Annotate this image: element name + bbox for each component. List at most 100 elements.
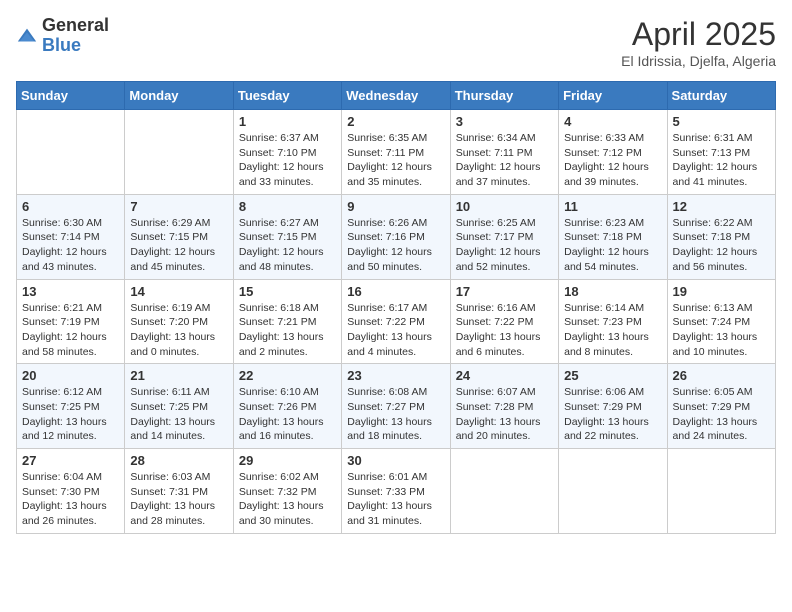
day-number: 8 <box>239 199 336 214</box>
day-info: Sunrise: 6:10 AMSunset: 7:26 PMDaylight:… <box>239 385 336 444</box>
day-info: Sunrise: 6:11 AMSunset: 7:25 PMDaylight:… <box>130 385 227 444</box>
calendar-cell: 29 Sunrise: 6:02 AMSunset: 7:32 PMDayligh… <box>233 449 341 534</box>
calendar-cell: 10 Sunrise: 6:25 AMSunset: 7:17 PMDayligh… <box>450 194 558 279</box>
day-info: Sunrise: 6:16 AMSunset: 7:22 PMDaylight:… <box>456 301 553 360</box>
day-info: Sunrise: 6:18 AMSunset: 7:21 PMDaylight:… <box>239 301 336 360</box>
day-info: Sunrise: 6:22 AMSunset: 7:18 PMDaylight:… <box>673 216 770 275</box>
calendar-cell <box>17 110 125 195</box>
day-info: Sunrise: 6:33 AMSunset: 7:12 PMDaylight:… <box>564 131 661 190</box>
calendar-cell: 3 Sunrise: 6:34 AMSunset: 7:11 PMDaylight… <box>450 110 558 195</box>
calendar-title: April 2025 <box>621 16 776 53</box>
day-number: 26 <box>673 368 770 383</box>
calendar-cell: 26 Sunrise: 6:05 AMSunset: 7:29 PMDayligh… <box>667 364 775 449</box>
day-number: 6 <box>22 199 119 214</box>
header-cell-friday: Friday <box>559 82 667 110</box>
day-info: Sunrise: 6:26 AMSunset: 7:16 PMDaylight:… <box>347 216 444 275</box>
calendar-week-2: 6 Sunrise: 6:30 AMSunset: 7:14 PMDaylight… <box>17 194 776 279</box>
calendar-cell: 5Sunrise: 6:31 AMSunset: 7:13 PMDaylight… <box>667 110 775 195</box>
day-info: Sunrise: 6:08 AMSunset: 7:27 PMDaylight:… <box>347 385 444 444</box>
day-number: 27 <box>22 453 119 468</box>
calendar-cell: 16Sunrise: 6:17 AMSunset: 7:22 PMDayligh… <box>342 279 450 364</box>
day-number: 25 <box>564 368 661 383</box>
calendar-cell: 9Sunrise: 6:26 AMSunset: 7:16 PMDaylight… <box>342 194 450 279</box>
day-number: 10 <box>456 199 553 214</box>
day-number: 1 <box>239 114 336 129</box>
calendar-table: SundayMondayTuesdayWednesdayThursdayFrid… <box>16 81 776 534</box>
day-info: Sunrise: 6:30 AMSunset: 7:14 PMDaylight:… <box>22 216 119 275</box>
calendar-cell: 12 Sunrise: 6:22 AMSunset: 7:18 PMDayligh… <box>667 194 775 279</box>
header-cell-monday: Monday <box>125 82 233 110</box>
calendar-cell: 7 Sunrise: 6:29 AMSunset: 7:15 PMDaylight… <box>125 194 233 279</box>
calendar-subtitle: El Idrissia, Djelfa, Algeria <box>621 53 776 69</box>
calendar-cell: 4Sunrise: 6:33 AMSunset: 7:12 PMDaylight… <box>559 110 667 195</box>
day-number: 21 <box>130 368 227 383</box>
calendar-cell: 2Sunrise: 6:35 AMSunset: 7:11 PMDaylight… <box>342 110 450 195</box>
day-info: Sunrise: 6:34 AMSunset: 7:11 PMDaylight:… <box>456 131 553 190</box>
day-info: Sunrise: 6:25 AMSunset: 7:17 PMDaylight:… <box>456 216 553 275</box>
calendar-cell <box>559 449 667 534</box>
day-info: Sunrise: 6:07 AMSunset: 7:28 PMDaylight:… <box>456 385 553 444</box>
day-number: 18 <box>564 284 661 299</box>
day-info: Sunrise: 6:04 AMSunset: 7:30 PMDaylight:… <box>22 470 119 529</box>
day-info: Sunrise: 6:03 AMSunset: 7:31 PMDaylight:… <box>130 470 227 529</box>
logo-icon <box>16 25 38 47</box>
day-info: Sunrise: 6:29 AMSunset: 7:15 PMDaylight:… <box>130 216 227 275</box>
calendar-cell: 24 Sunrise: 6:07 AMSunset: 7:28 PMDayligh… <box>450 364 558 449</box>
header-cell-sunday: Sunday <box>17 82 125 110</box>
calendar-cell <box>125 110 233 195</box>
day-info: Sunrise: 6:21 AMSunset: 7:19 PMDaylight:… <box>22 301 119 360</box>
calendar-week-3: 13 Sunrise: 6:21 AMSunset: 7:19 PMDayligh… <box>17 279 776 364</box>
day-number: 13 <box>22 284 119 299</box>
calendar-cell: 30Sunrise: 6:01 AMSunset: 7:33 PMDayligh… <box>342 449 450 534</box>
header-cell-saturday: Saturday <box>667 82 775 110</box>
day-number: 28 <box>130 453 227 468</box>
day-info: Sunrise: 6:19 AMSunset: 7:20 PMDaylight:… <box>130 301 227 360</box>
calendar-cell <box>450 449 558 534</box>
header-row: SundayMondayTuesdayWednesdayThursdayFrid… <box>17 82 776 110</box>
day-number: 12 <box>673 199 770 214</box>
day-number: 30 <box>347 453 444 468</box>
day-info: Sunrise: 6:14 AMSunset: 7:23 PMDaylight:… <box>564 301 661 360</box>
calendar-cell: 21 Sunrise: 6:11 AMSunset: 7:25 PMDayligh… <box>125 364 233 449</box>
calendar-cell <box>667 449 775 534</box>
calendar-header: SundayMondayTuesdayWednesdayThursdayFrid… <box>17 82 776 110</box>
calendar-week-4: 20 Sunrise: 6:12 AMSunset: 7:25 PMDayligh… <box>17 364 776 449</box>
day-number: 16 <box>347 284 444 299</box>
title-area: April 2025 El Idrissia, Djelfa, Algeria <box>621 16 776 69</box>
calendar-cell: 28 Sunrise: 6:03 AMSunset: 7:31 PMDayligh… <box>125 449 233 534</box>
calendar-cell: 19 Sunrise: 6:13 AMSunset: 7:24 PMDayligh… <box>667 279 775 364</box>
calendar-cell: 23Sunrise: 6:08 AMSunset: 7:27 PMDayligh… <box>342 364 450 449</box>
day-number: 19 <box>673 284 770 299</box>
calendar-cell: 15 Sunrise: 6:18 AMSunset: 7:21 PMDayligh… <box>233 279 341 364</box>
calendar-cell: 1 Sunrise: 6:37 AMSunset: 7:10 PMDaylight… <box>233 110 341 195</box>
header-cell-tuesday: Tuesday <box>233 82 341 110</box>
day-number: 24 <box>456 368 553 383</box>
calendar-cell: 27 Sunrise: 6:04 AMSunset: 7:30 PMDayligh… <box>17 449 125 534</box>
calendar-cell: 13 Sunrise: 6:21 AMSunset: 7:19 PMDayligh… <box>17 279 125 364</box>
calendar-body: 1 Sunrise: 6:37 AMSunset: 7:10 PMDaylight… <box>17 110 776 534</box>
calendar-cell: 20 Sunrise: 6:12 AMSunset: 7:25 PMDayligh… <box>17 364 125 449</box>
calendar-cell: 8 Sunrise: 6:27 AMSunset: 7:15 PMDaylight… <box>233 194 341 279</box>
day-number: 3 <box>456 114 553 129</box>
calendar-cell: 17Sunrise: 6:16 AMSunset: 7:22 PMDayligh… <box>450 279 558 364</box>
day-info: Sunrise: 6:27 AMSunset: 7:15 PMDaylight:… <box>239 216 336 275</box>
day-number: 15 <box>239 284 336 299</box>
day-info: Sunrise: 6:13 AMSunset: 7:24 PMDaylight:… <box>673 301 770 360</box>
calendar-week-1: 1 Sunrise: 6:37 AMSunset: 7:10 PMDaylight… <box>17 110 776 195</box>
day-info: Sunrise: 6:02 AMSunset: 7:32 PMDaylight:… <box>239 470 336 529</box>
calendar-cell: 25 Sunrise: 6:06 AMSunset: 7:29 PMDayligh… <box>559 364 667 449</box>
day-info: Sunrise: 6:12 AMSunset: 7:25 PMDaylight:… <box>22 385 119 444</box>
day-number: 29 <box>239 453 336 468</box>
day-number: 7 <box>130 199 227 214</box>
calendar-cell: 14Sunrise: 6:19 AMSunset: 7:20 PMDayligh… <box>125 279 233 364</box>
day-info: Sunrise: 6:06 AMSunset: 7:29 PMDaylight:… <box>564 385 661 444</box>
day-info: Sunrise: 6:37 AMSunset: 7:10 PMDaylight:… <box>239 131 336 190</box>
header-cell-wednesday: Wednesday <box>342 82 450 110</box>
logo-text-general: General <box>42 15 109 35</box>
day-info: Sunrise: 6:31 AMSunset: 7:13 PMDaylight:… <box>673 131 770 190</box>
day-number: 20 <box>22 368 119 383</box>
day-number: 22 <box>239 368 336 383</box>
day-info: Sunrise: 6:05 AMSunset: 7:29 PMDaylight:… <box>673 385 770 444</box>
day-number: 2 <box>347 114 444 129</box>
header-cell-thursday: Thursday <box>450 82 558 110</box>
